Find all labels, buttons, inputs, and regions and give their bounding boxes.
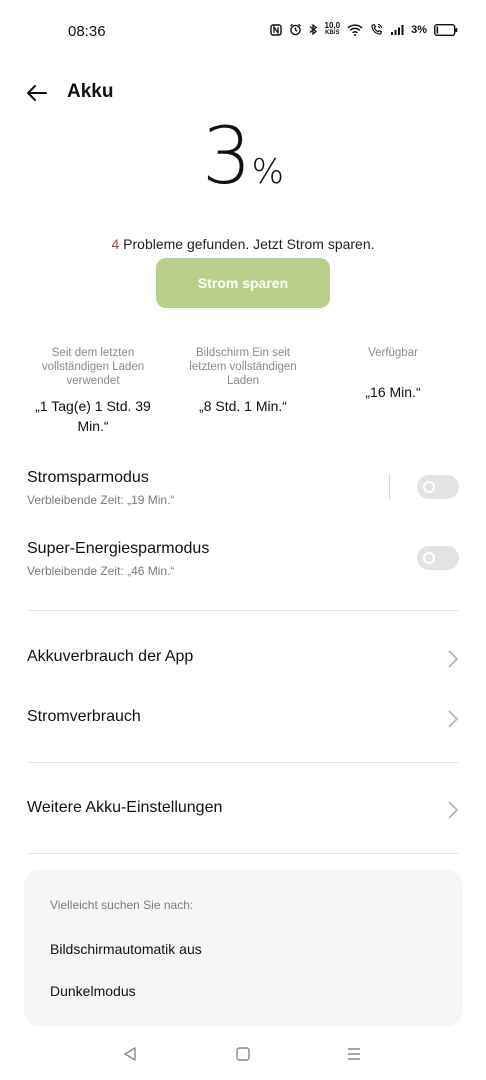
power-saving-mode-title: Stromsparmodus (27, 469, 149, 486)
super-energy-mode-row[interactable]: Super-Energiesparmodus Verbleibende Zeit… (27, 540, 459, 578)
chevron-right-icon (448, 710, 459, 728)
status-bar: 08:36 10,0 KB/S 3% (0, 0, 486, 64)
chevron-right-icon (448, 801, 459, 819)
status-icons: 10,0 KB/S 3% (269, 21, 458, 37)
menu-more-settings[interactable]: Weitere Akku-Einstellungen (27, 799, 459, 819)
divider (27, 610, 459, 611)
suggestions-card: Vielleicht suchen Sie nach: Bildschirmau… (24, 870, 463, 1026)
suggestion-item[interactable]: Dunkelmodus (50, 983, 136, 999)
stat-since-charge: Seit dem letzten vollständigen Laden ver… (28, 346, 158, 436)
power-saving-mode-toggle[interactable] (417, 475, 459, 499)
menu-power-usage-label: Stromverbrauch (27, 708, 141, 725)
bluetooth-icon (309, 23, 318, 36)
chevron-right-icon (448, 650, 459, 668)
toggle-knob (423, 481, 435, 493)
menu-more-settings-label: Weitere Akku-Einstellungen (27, 799, 223, 816)
toggle-knob (423, 552, 435, 564)
page-title: Akku (67, 81, 114, 102)
battery-level-unit: % (251, 152, 284, 192)
stat-label: Bildschirm Ein seit letztem vollständige… (189, 347, 297, 387)
super-energy-mode-subtitle: Verbleibende Zeit: „46 Min.“ (27, 564, 175, 578)
super-energy-mode-title: Super-Energiesparmodus (27, 540, 210, 557)
triangle-back-icon[interactable] (122, 1046, 138, 1062)
signal-icon (390, 24, 404, 36)
vertical-separator (389, 474, 390, 500)
stat-label: Seit dem letzten vollständigen Laden ver… (41, 347, 145, 387)
menu-app-usage-label: Akkuverbrauch der App (27, 648, 194, 665)
problems-text: Probleme gefunden. Jetzt Strom sparen. (119, 236, 375, 252)
wifi-icon (347, 23, 363, 36)
back-button[interactable] (24, 80, 50, 106)
battery-icon (434, 23, 458, 36)
stat-available: Verfügbar „16 Min.“ (328, 346, 458, 402)
problems-message: 4 Probleme gefunden. Jetzt Strom sparen. (0, 236, 486, 252)
menu-power-usage[interactable]: Stromverbrauch (27, 708, 459, 728)
network-speed: 10,0 KB/S (324, 21, 341, 37)
suggestions-heading: Vielleicht suchen Sie nach: (50, 898, 194, 912)
navigation-bar (0, 1040, 486, 1070)
square-home-icon[interactable] (235, 1046, 251, 1062)
status-time: 08:36 (68, 23, 106, 40)
stat-value: „8 Std. 1 Min.“ (199, 398, 287, 414)
battery-level-number: 3 (202, 112, 252, 202)
power-saving-mode-row[interactable]: Stromsparmodus Verbleibende Zeit: „19 Mi… (27, 469, 459, 507)
stat-label: Verfügbar (368, 347, 418, 359)
battery-stats: Seit dem letzten vollständigen Laden ver… (0, 346, 486, 441)
battery-percent: 3% (411, 23, 427, 36)
menu-app-usage[interactable]: Akkuverbrauch der App (27, 648, 459, 668)
suggestion-item[interactable]: Bildschirmautomatik aus (50, 941, 202, 957)
battery-level: 3% (0, 112, 486, 212)
stat-screen-on: Bildschirm Ein seit letztem vollständige… (178, 346, 308, 416)
super-energy-mode-toggle[interactable] (417, 546, 459, 570)
header: Akku (0, 78, 486, 108)
stat-value: „16 Min.“ (365, 384, 421, 400)
arrow-left-icon (27, 85, 47, 101)
alarm-icon (289, 23, 302, 36)
stat-value: „1 Tag(e) 1 Std. 39 Min.“ (35, 398, 151, 434)
hamburger-menu-icon[interactable] (346, 1046, 362, 1062)
wifi-calling-icon (370, 23, 383, 36)
save-power-button[interactable]: Strom sparen (156, 258, 330, 308)
divider (27, 762, 459, 763)
divider (27, 853, 459, 854)
power-saving-mode-subtitle: Verbleibende Zeit: „19 Min.“ (27, 493, 175, 507)
nfc-icon (269, 23, 282, 36)
